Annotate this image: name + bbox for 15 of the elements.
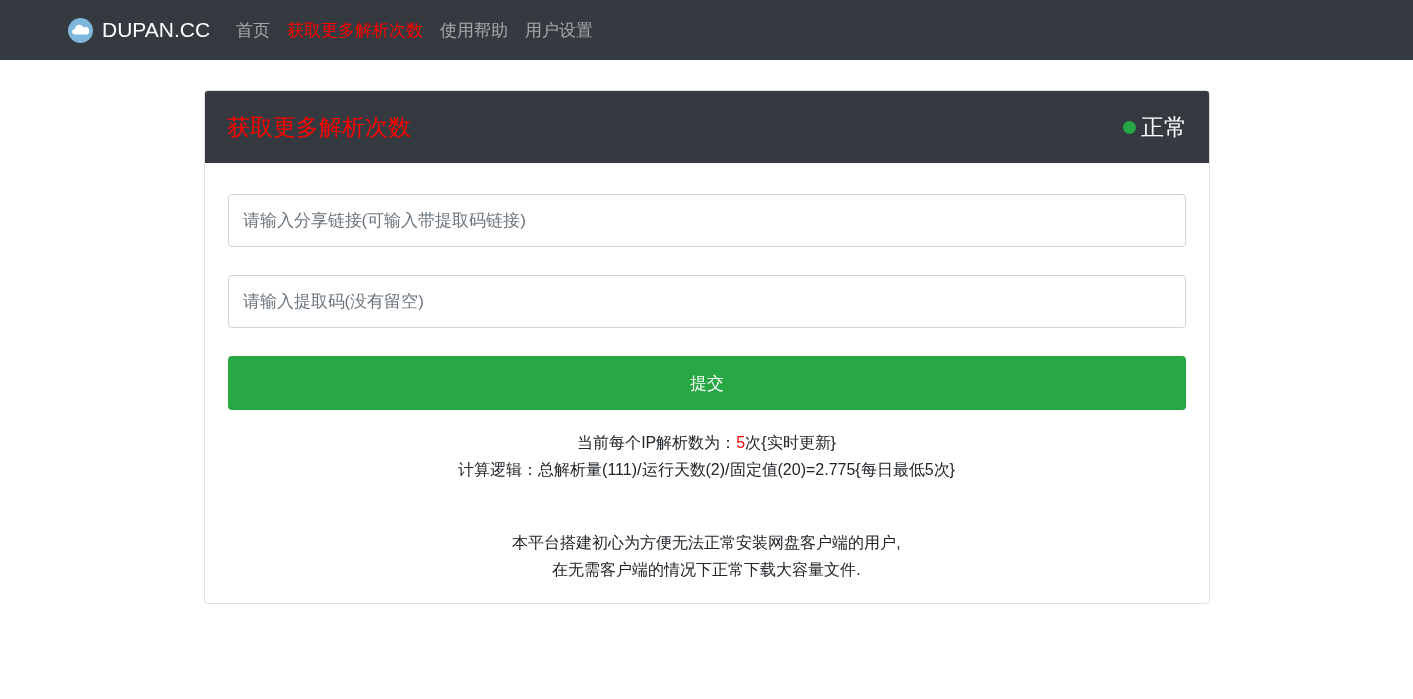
- nav-link[interactable]: 使用帮助: [440, 18, 509, 42]
- card-title: 获取更多解析次数: [226, 112, 411, 142]
- input-field[interactable]: 请输入分享链接(可输入带提取码链接): [227, 194, 1186, 247]
- note-text: 在无需客户端的情况下正常下载大容量文件.: [551, 560, 862, 580]
- nav-link[interactable]: 用户设置: [525, 18, 594, 42]
- note-text: 本平台搭建初心为方便无法正常安装网盘客户端的用户,: [511, 533, 902, 553]
- info-text: 计算逻辑：总解析量(111)/运行天数(2)/固定值(20)=2.775{每日最低5次}: [457, 460, 956, 480]
- status-label: 正常: [1140, 112, 1187, 142]
- input-field[interactable]: 请输入提取码(没有留空): [227, 275, 1186, 328]
- submit-button[interactable]: 提交: [227, 356, 1186, 410]
- cloud-icon[interactable]: [68, 17, 93, 43]
- nav-link[interactable]: 获取更多解析次数: [287, 18, 424, 42]
- nav-link[interactable]: 首页: [236, 18, 271, 42]
- brand-link[interactable]: DUPAN.CC: [102, 18, 211, 42]
- info-text: 当前每个IP解析数为：5次{实时更新}: [576, 433, 837, 453]
